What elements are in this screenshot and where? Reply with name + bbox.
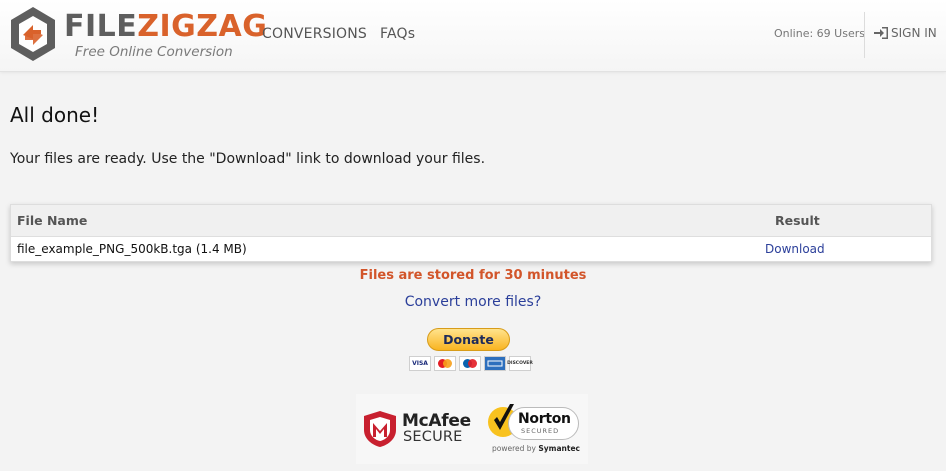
norton-brand: Norton [518, 411, 571, 427]
site-header: FILEZIGZAG Free Online Conversion CONVER… [0, 0, 946, 72]
mcafee-secure-label: SECURE [403, 429, 463, 445]
convert-more-link[interactable]: Convert more files? [0, 294, 946, 310]
sign-in-link[interactable]: SIGN IN [874, 26, 937, 40]
logo-tagline: Free Online Conversion [75, 44, 233, 60]
visa-card-icon: VISA [409, 356, 431, 371]
nav-faqs[interactable]: FAQs [380, 26, 415, 42]
donate-button[interactable]: Donate [427, 328, 510, 351]
norton-checkmark-icon [494, 404, 514, 430]
discover-card-icon: DISCOVER [507, 356, 533, 371]
logo-wordmark[interactable]: FILEZIGZAG [64, 10, 267, 44]
file-name-cell: file_example_PNG_500kB.tga (1.4 MB) [17, 242, 247, 256]
page-subtitle: Your files are ready. Use the "Download"… [10, 151, 486, 167]
table-row: file_example_PNG_500kB.tga (1.4 MB) Down… [11, 237, 931, 262]
powered-by-symantec: powered by Symantec [492, 444, 580, 453]
online-users-count: Online: 69 Users [774, 27, 865, 40]
column-header-result: Result [775, 213, 820, 228]
results-table: File Name Result file_example_PNG_500kB.… [10, 204, 932, 262]
mcafee-shield-icon [364, 411, 396, 447]
sign-in-icon [874, 27, 888, 39]
table-header: File Name Result [11, 205, 931, 237]
storage-notice: Files are stored for 30 minutes [359, 268, 587, 283]
mcafee-brand: McAfee [402, 411, 471, 431]
security-badges: McAfee SECURE Norton SECURED powered by … [356, 394, 588, 464]
mastercard-icon [434, 356, 456, 371]
maestro-icon [459, 356, 481, 371]
nav-conversions[interactable]: CONVERSIONS [262, 26, 367, 42]
sign-in-label: SIGN IN [891, 26, 937, 40]
column-header-file-name: File Name [17, 213, 88, 228]
payment-cards: VISA DISCOVER [409, 356, 533, 371]
norton-secured-label: SECURED [521, 427, 560, 435]
page-title: All done! [10, 103, 100, 127]
logo-icon[interactable] [8, 5, 58, 63]
download-link[interactable]: Download [765, 242, 825, 256]
header-divider [864, 12, 865, 58]
amex-card-icon [484, 356, 506, 371]
